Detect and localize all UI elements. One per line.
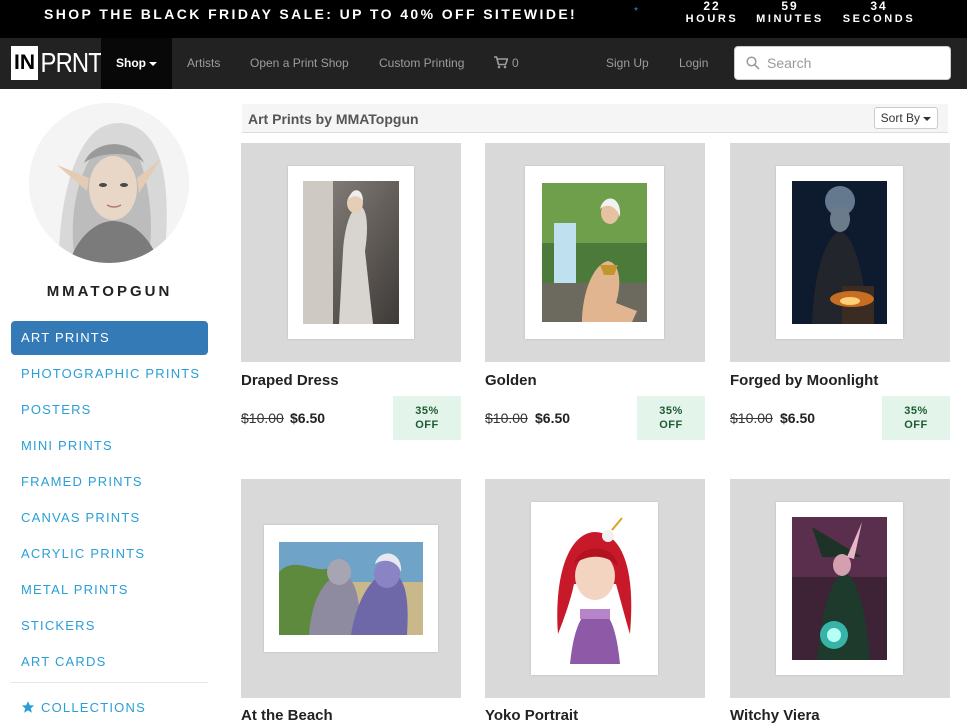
nav-artists[interactable]: Artists (187, 38, 220, 89)
sidebar-item-art-prints[interactable]: ART PRINTS (11, 321, 208, 355)
product-title[interactable]: At the Beach (241, 707, 333, 724)
discount-badge: 35% OFF (393, 396, 461, 440)
avatar-illustration (29, 103, 189, 263)
artist-name: MMATOPGUN (46, 283, 173, 300)
cart-icon (494, 56, 509, 69)
original-price: $10.00 (241, 410, 284, 426)
product-title[interactable]: Draped Dress (241, 372, 339, 389)
promo-asterisk: * (634, 6, 638, 17)
discount-badge: 35% OFF (882, 396, 950, 440)
artwork-thumbnail (792, 181, 887, 324)
main-navbar: IN PRNT Shop Artists Open a Print Shop C… (0, 38, 967, 89)
sidebar-item-posters[interactable]: POSTERS (11, 393, 208, 427)
original-price: $10.00 (485, 410, 528, 426)
search-box (734, 46, 951, 80)
sale-price: $6.50 (290, 410, 326, 426)
product-title[interactable]: Witchy Viera (730, 707, 820, 724)
promo-banner[interactable]: SHOP THE BLACK FRIDAY SALE: UP TO 40% OF… (0, 0, 967, 38)
artist-avatar[interactable] (29, 103, 189, 263)
product-image-forged-by-moonlight[interactable] (730, 143, 950, 362)
nav-open-print-shop[interactable]: Open a Print Shop (250, 38, 349, 89)
artwork-thumbnail (279, 542, 423, 635)
artwork-thumbnail (542, 183, 647, 322)
discount-badge: 35% OFF (637, 396, 705, 440)
artwork-thumbnail (544, 514, 645, 664)
chevron-down-icon (923, 116, 931, 121)
original-price: $10.00 (730, 410, 773, 426)
sidebar-item-photographic-prints[interactable]: PHOTOGRAPHIC PRINTS (11, 357, 208, 391)
product-image-golden[interactable] (485, 143, 705, 362)
artwork-thumbnail (792, 517, 887, 660)
nav-cart[interactable]: 0 (494, 38, 519, 89)
content-header: Art Prints by MMATopgun Sort By (242, 104, 948, 133)
sidebar-item-framed-prints[interactable]: FRAMED PRINTS (11, 465, 208, 499)
product-image-draped-dress[interactable] (241, 143, 461, 362)
sidebar-item-art-cards[interactable]: ART CARDS (11, 645, 208, 679)
promo-text[interactable]: SHOP THE BLACK FRIDAY SALE: UP TO 40% OF… (44, 6, 577, 22)
inprnt-logo[interactable]: IN PRNT (11, 46, 113, 80)
sidebar-item-mini-prints[interactable]: MINI PRINTS (11, 429, 208, 463)
sidebar-item-acrylic-prints[interactable]: ACRYLIC PRINTS (11, 537, 208, 571)
search-input[interactable] (767, 47, 947, 79)
sidebar-item-stickers[interactable]: STICKERS (11, 609, 208, 643)
collections-label: COLLECTIONS (41, 700, 146, 715)
chevron-down-icon (149, 61, 157, 66)
nav-custom-printing[interactable]: Custom Printing (379, 38, 464, 89)
product-image-witchy-viera[interactable] (730, 479, 950, 698)
sale-price: $6.50 (780, 410, 816, 426)
sidebar-item-metal-prints[interactable]: METAL PRINTS (11, 573, 208, 607)
sidebar-item-canvas-prints[interactable]: CANVAS PRINTS (11, 501, 208, 535)
nav-shop-label: Shop (116, 56, 146, 70)
product-title[interactable]: Golden (485, 372, 537, 389)
star-icon (21, 701, 35, 713)
sidebar-divider (11, 682, 208, 683)
sidebar-item-collections[interactable]: COLLECTIONS (11, 691, 208, 725)
nav-login[interactable]: Login (679, 38, 708, 89)
product-image-at-the-beach[interactable] (241, 479, 461, 698)
page-title: Art Prints by MMATopgun (248, 111, 419, 127)
sale-price: $6.50 (535, 410, 571, 426)
countdown-hours: 22 HOURS (685, 0, 739, 25)
nav-shop-dropdown[interactable]: Shop (101, 38, 172, 89)
nav-sign-up[interactable]: Sign Up (606, 38, 649, 89)
search-icon (746, 56, 760, 70)
countdown-minutes: 59 MINUTES (756, 0, 824, 25)
product-image-yoko-portrait[interactable] (485, 479, 705, 698)
sort-by-dropdown[interactable]: Sort By (873, 107, 938, 129)
artwork-thumbnail (303, 181, 399, 324)
countdown-seconds: 34 SECONDS (842, 0, 916, 25)
product-title[interactable]: Yoko Portrait (485, 707, 578, 724)
cart-count: 0 (512, 56, 519, 70)
product-title[interactable]: Forged by Moonlight (730, 372, 878, 389)
